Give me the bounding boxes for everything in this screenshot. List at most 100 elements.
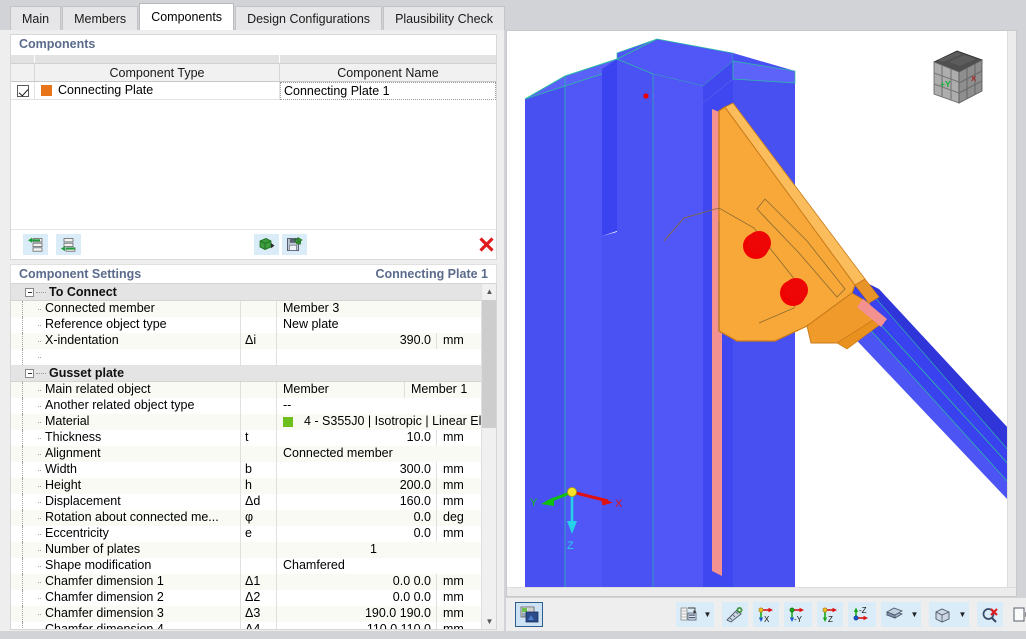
render-mode-button[interactable] [515,602,543,627]
property-grid[interactable]: To Connect Connected member Member 3 Refere… [10,283,497,630]
property-value-number[interactable]: 10.0 [277,430,436,446]
sections-button[interactable] [881,602,907,627]
property-value-number[interactable]: 0.0 [277,526,436,542]
property-category-header[interactable]: Gusset plate [11,365,496,382]
property-row[interactable]: Chamfer dimension 2 Δ2 0.0 0.0 mm [11,590,496,606]
property-row[interactable]: Width b 300.0 mm [11,462,496,478]
tab-members[interactable]: Members [62,6,139,30]
result-table-icon [680,607,696,621]
measure-button[interactable] [722,602,748,627]
property-value-number[interactable]: 0.0 0.0 [277,590,436,606]
view-x-button[interactable]: X [753,602,779,627]
tree-connector [11,478,37,494]
property-value-number[interactable]: 190.0 190.0 [277,606,436,622]
property-row[interactable]: Connected member Member 3 [11,301,496,317]
property-value-number[interactable]: 110.0 110.0 [277,622,436,629]
property-value-number[interactable]: 0.0 0.0 [277,574,436,590]
property-value[interactable]: 4 - S355J0 | Isotropic | Linear Elastic [277,414,496,430]
property-row[interactable]: Reference object type New plate [11,317,496,333]
property-value[interactable]: 110.0 110.0 mm [277,622,496,629]
property-row[interactable]: Another related object type -- [11,398,496,414]
property-row[interactable]: Alignment Connected member [11,446,496,462]
view-neg-y-button[interactable]: -Y [784,602,812,627]
component-name-input[interactable]: Connecting Plate 1 [280,82,496,100]
property-value[interactable]: 0.0 0.0 mm [277,574,496,590]
property-row[interactable]: Main related object Member Member 1 [11,382,496,398]
view-neg-z-button[interactable]: -Z [848,602,876,627]
property-row[interactable]: Chamfer dimension 1 Δ1 0.0 0.0 mm [11,574,496,590]
view-x-icon: X [758,607,773,623]
collapse-icon[interactable] [25,287,34,297]
insert-row-below-button[interactable] [56,234,81,255]
property-value[interactable]: Member 3 [277,301,496,317]
property-value[interactable]: 0.0 deg [277,510,496,526]
scroll-down-icon[interactable]: ▼ [482,614,496,629]
sections-dropdown[interactable]: ▼ [907,602,921,627]
property-value[interactable]: Member Member 1 [277,382,496,398]
property-value-number[interactable]: 200.0 [277,478,436,494]
property-row[interactable]: Chamfer dimension 4 Δ4 110.0 110.0 mm [11,622,496,629]
viewport-scrollbar-horizontal[interactable] [507,587,1016,596]
property-symbol: b [241,462,277,478]
result-tables-button[interactable] [676,602,700,627]
property-value-number[interactable]: 160.0 [277,494,436,510]
view-z-button[interactable]: Z [817,602,843,627]
collapse-icon[interactable] [25,368,34,378]
property-row[interactable]: Chamfer dimension 3 Δ3 190.0 190.0 mm [11,606,496,622]
row-checkbox-cell[interactable] [11,82,35,100]
3d-viewport[interactable]: +Y X X Y Z [506,30,1017,597]
property-row[interactable]: Rotation about connected me... φ 0.0 deg [11,510,496,526]
zoom-reset-button[interactable] [977,602,1003,627]
property-value[interactable]: 0.0 mm [277,526,496,542]
property-row[interactable]: Displacement Δd 160.0 mm [11,494,496,510]
3d-canvas[interactable]: +Y X X Y Z [507,31,1016,596]
tab-components[interactable]: Components [139,3,235,30]
viewport-scrollbar-vertical[interactable] [1007,31,1016,596]
scrollbar-thumb[interactable] [482,300,496,428]
tab-plausibility-check[interactable]: Plausibility Check [383,6,506,30]
category-label: To Connect [49,285,117,299]
property-row[interactable]: Thickness t 10.0 mm [11,430,496,446]
tab-bar: Main Members Components Design Configuratio… [0,0,506,30]
property-value[interactable]: 0.0 0.0 mm [277,590,496,606]
property-row[interactable]: Height h 200.0 mm [11,478,496,494]
property-value-number[interactable]: 0.0 [277,510,436,526]
property-value[interactable]: 390.0 mm [277,333,496,349]
box-view-dropdown[interactable]: ▼ [955,602,969,627]
box-view-button[interactable] [929,602,955,627]
property-symbol: Δ3 [241,606,277,622]
property-value[interactable]: Chamfered [277,558,496,574]
component-type-cell[interactable]: Connecting Plate [35,82,280,100]
result-tables-dropdown[interactable]: ▼ [700,602,714,627]
property-value[interactable]: 10.0 mm [277,430,496,446]
import-component-button[interactable] [254,234,279,255]
property-value-number[interactable]: 300.0 [277,462,436,478]
tree-connector [11,574,37,590]
property-category-header[interactable]: To Connect [11,284,496,301]
property-row[interactable]: Shape modification Chamfered [11,558,496,574]
property-value[interactable]: 300.0 mm [277,462,496,478]
property-value-number[interactable]: 390.0 [277,333,436,349]
export-component-button[interactable] [282,234,307,255]
property-value[interactable]: Connected member [277,446,496,462]
insert-row-above-button[interactable] [23,234,48,255]
property-value[interactable]: 200.0 mm [277,478,496,494]
checkbox-checked-icon[interactable] [16,84,29,97]
property-row[interactable]: Material 4 - S355J0 | Isotropic | Linear … [11,414,496,430]
property-grid-scrollbar[interactable]: ▲ ▼ [481,284,496,629]
property-value[interactable]: New plate [277,317,496,333]
property-row[interactable]: Eccentricity e 0.0 mm [11,526,496,542]
property-value[interactable]: -- [277,398,496,414]
delete-component-button[interactable] [473,234,499,255]
navigation-cube[interactable]: +Y X [924,45,990,111]
panel-toggle-button[interactable] [1008,602,1026,627]
table-row[interactable]: Connecting Plate Connecting Plate 1 [11,82,496,100]
property-value[interactable]: 190.0 190.0 mm [277,606,496,622]
scroll-up-icon[interactable]: ▲ [482,284,496,299]
tab-main[interactable]: Main [10,6,62,30]
tab-design-configurations[interactable]: Design Configurations [235,6,383,30]
property-row[interactable]: X-indentation Δi 390.0 mm [11,333,496,349]
property-row[interactable]: Number of plates 1 [11,542,496,558]
property-value[interactable]: 1 [277,542,496,558]
property-value[interactable]: 160.0 mm [277,494,496,510]
